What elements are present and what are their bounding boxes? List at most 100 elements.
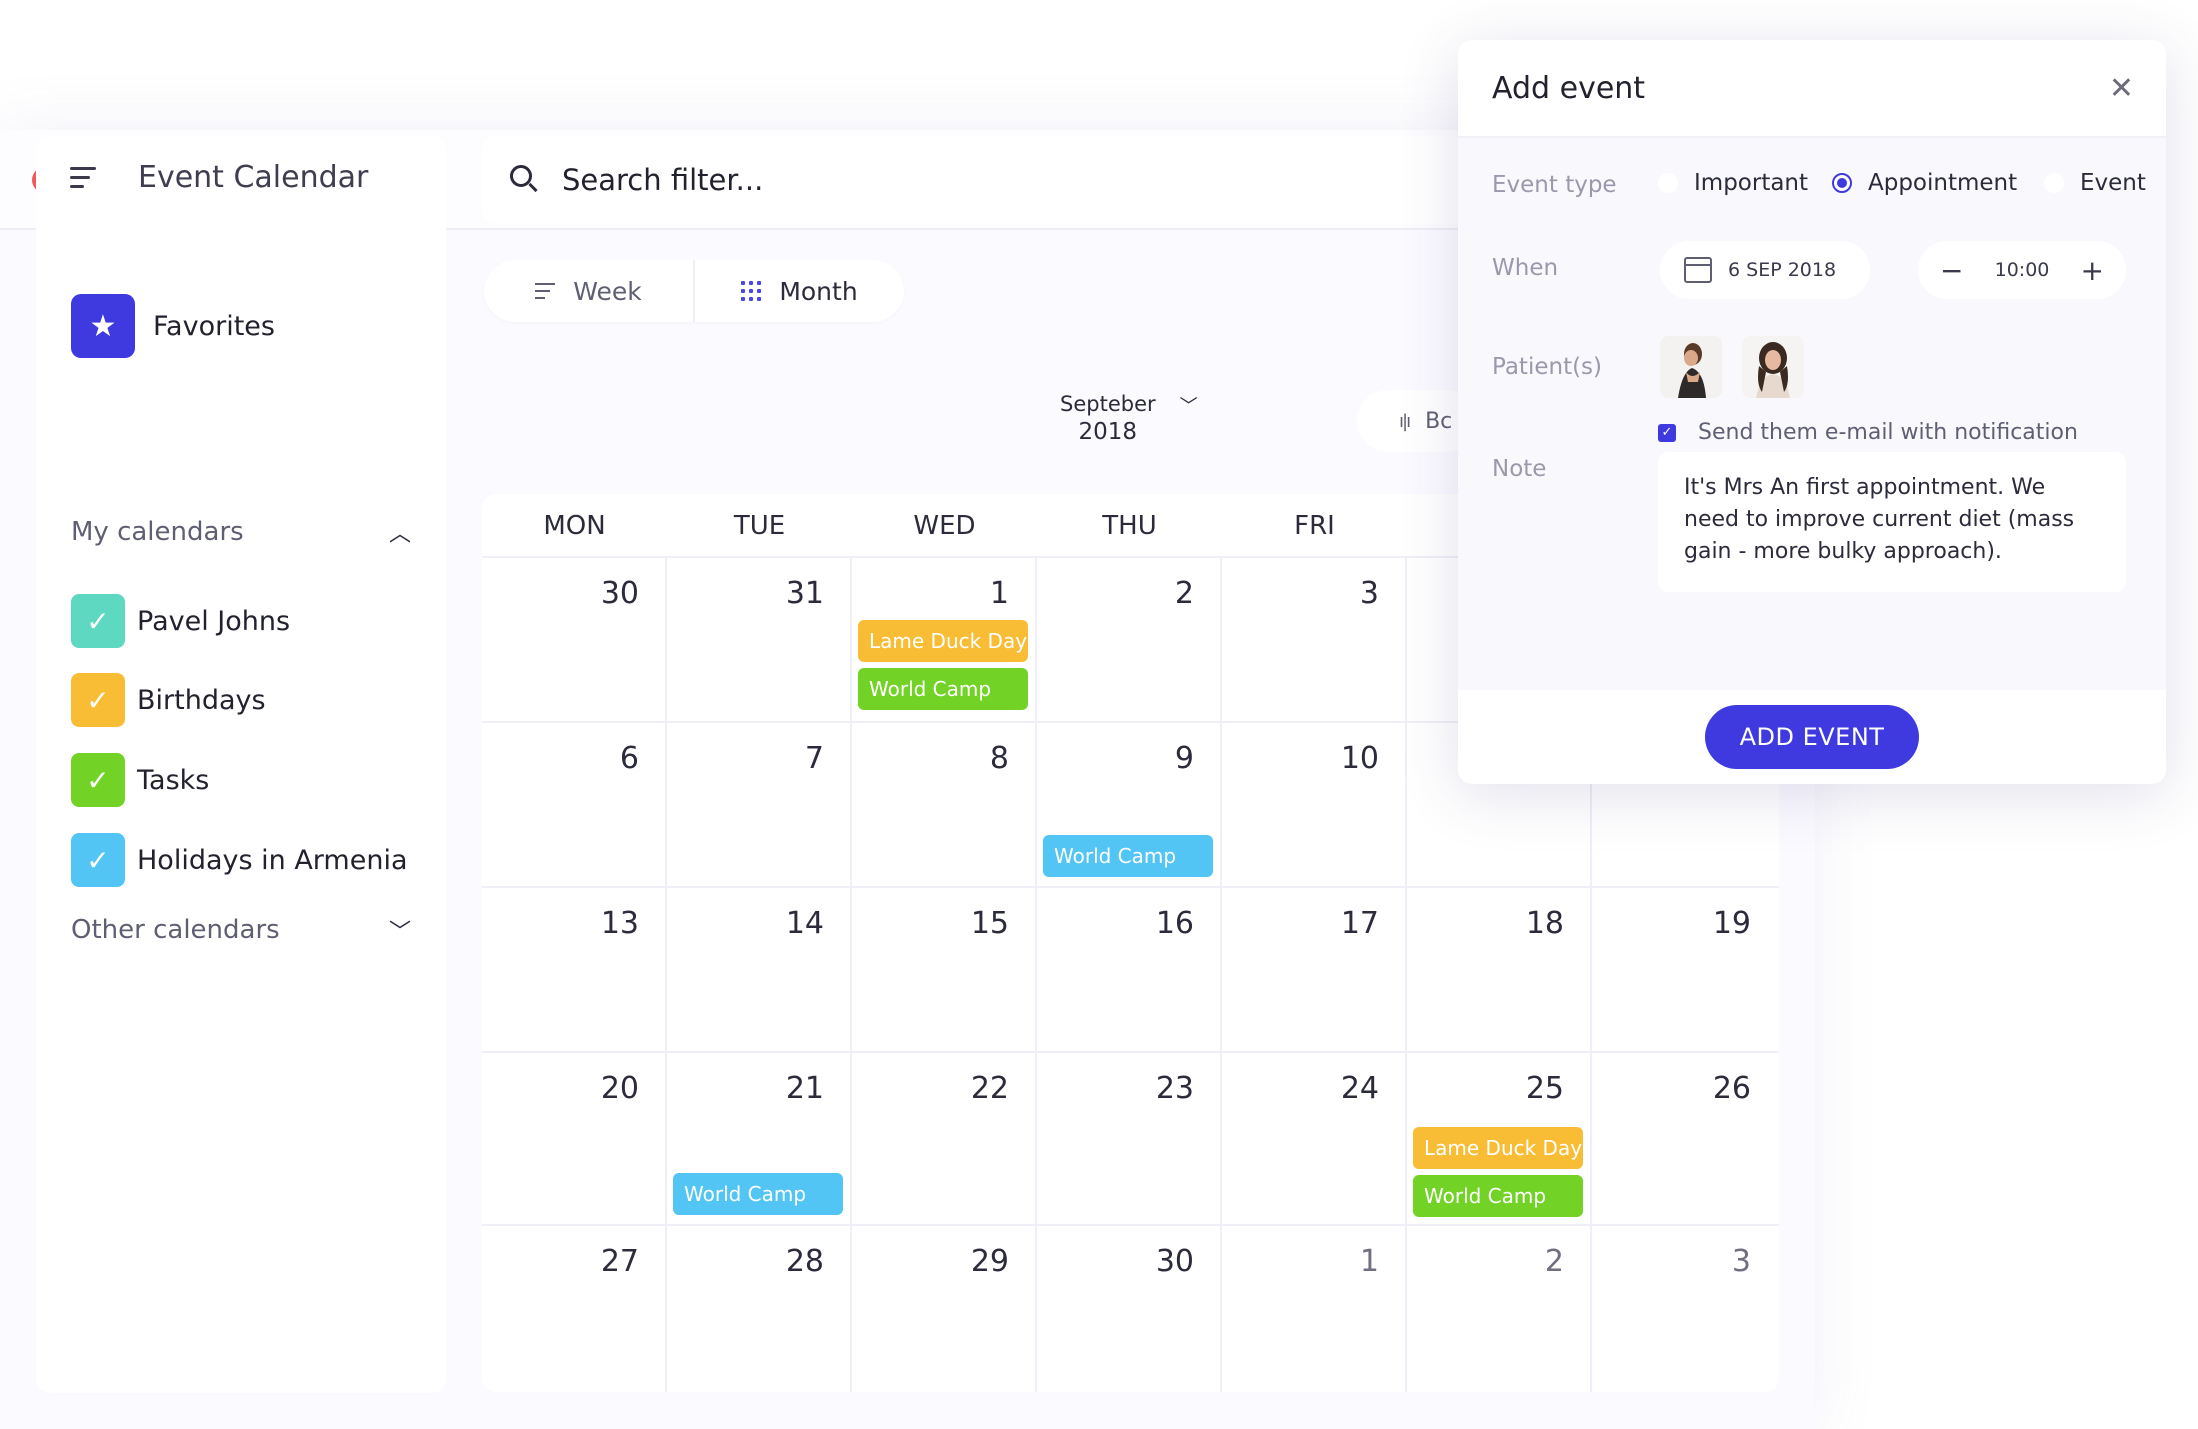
day-number: 13: [600, 906, 639, 941]
sidebar-header: Event Calendar: [70, 160, 368, 195]
day-cell[interactable]: 25 Lame Duck Day World Camp: [1407, 1053, 1592, 1224]
checkbox-checked[interactable]: ✓: [1658, 423, 1676, 442]
close-icon[interactable]: ✕: [2109, 71, 2134, 106]
bars-icon: ı|ı: [1399, 410, 1411, 432]
time-stepper: − 10:00 +: [1918, 241, 2126, 299]
calendar-item-pavel-johns[interactable]: ✓ Pavel Johns: [71, 594, 290, 648]
day-number: 26: [1712, 1071, 1751, 1106]
board-label: Bc: [1425, 408, 1453, 434]
patients-label: Patient(s): [1492, 354, 1603, 380]
day-cell[interactable]: 7: [667, 723, 852, 886]
notify-checkbox-row[interactable]: ✓ Send them e-mail with notification: [1658, 420, 2078, 445]
favorites-item[interactable]: ★ Favorites: [71, 294, 275, 358]
chevron-down-icon: ﹀: [1179, 396, 1198, 417]
day-cell[interactable]: 3: [1222, 558, 1407, 721]
other-calendars-toggle[interactable]: Other calendars ﹀: [71, 914, 411, 946]
calendar-week: 13 14 15 16 17 18 19: [482, 888, 1779, 1053]
weekday-fri: FRI: [1294, 511, 1335, 541]
month-label: Month: [779, 276, 858, 306]
day-number: 3: [1731, 1244, 1751, 1279]
day-cell[interactable]: 6: [482, 723, 667, 886]
avatar[interactable]: [1742, 336, 1804, 398]
search-input[interactable]: [562, 163, 1362, 197]
day-cell[interactable]: 22: [852, 1053, 1037, 1224]
event-chip-lame-duck[interactable]: Lame Duck Day: [858, 620, 1028, 662]
calendar-item-tasks[interactable]: ✓ Tasks: [71, 753, 209, 807]
weekday-mon: MON: [543, 511, 606, 541]
week-view-button[interactable]: Week: [484, 260, 693, 322]
other-calendars-label: Other calendars: [71, 915, 280, 945]
day-cell[interactable]: 1: [1222, 1226, 1407, 1392]
radio-important[interactable]: Important: [1658, 170, 1808, 196]
list-icon: [535, 283, 556, 299]
day-cell[interactable]: 30: [482, 558, 667, 721]
event-chip-world-camp[interactable]: World Camp: [1043, 835, 1213, 877]
month-view-button[interactable]: Month: [693, 260, 904, 322]
calendar-week: 20 21 World Camp 22 23 24 25 Lame Duck D…: [482, 1053, 1779, 1226]
event-chip-lame-duck[interactable]: Lame Duck Day: [1413, 1127, 1583, 1169]
radio-circle-selected[interactable]: [1832, 173, 1852, 193]
day-number: 20: [600, 1071, 639, 1106]
view-toggle: Week Month: [484, 260, 904, 322]
weekday-thu: THU: [1102, 511, 1157, 541]
day-cell[interactable]: 20: [482, 1053, 667, 1224]
plus-icon[interactable]: +: [2081, 254, 2104, 287]
day-cell[interactable]: 30: [1037, 1226, 1222, 1392]
day-cell[interactable]: 13: [482, 888, 667, 1051]
day-number: 28: [785, 1244, 824, 1279]
notify-label: Send them e-mail with notification: [1698, 420, 2078, 445]
day-cell[interactable]: 9 World Camp: [1037, 723, 1222, 886]
day-cell[interactable]: 8: [852, 723, 1037, 886]
day-cell[interactable]: 18: [1407, 888, 1592, 1051]
note-textarea[interactable]: It's Mrs An first appointment. We need t…: [1658, 452, 2126, 592]
event-chip-world-camp[interactable]: World Camp: [858, 668, 1028, 710]
radio-circle[interactable]: [2044, 173, 2064, 193]
day-cell[interactable]: 27: [482, 1226, 667, 1392]
radio-event[interactable]: Event: [2044, 170, 2146, 196]
day-cell[interactable]: 28: [667, 1226, 852, 1392]
check-icon[interactable]: ✓: [71, 833, 125, 887]
event-chip-world-camp[interactable]: World Camp: [1413, 1175, 1583, 1217]
day-cell[interactable]: 3: [1592, 1226, 1777, 1392]
month-selector[interactable]: Septeber 2018 ﹀: [1060, 390, 1198, 446]
add-event-panel: Add event ✕ Event type Important Appoint…: [1458, 40, 2166, 784]
grid-icon: [741, 281, 762, 301]
day-cell[interactable]: 17: [1222, 888, 1407, 1051]
check-icon[interactable]: ✓: [71, 673, 125, 727]
avatar[interactable]: [1660, 336, 1722, 398]
day-cell[interactable]: 29: [852, 1226, 1037, 1392]
day-cell[interactable]: 15: [852, 888, 1037, 1051]
day-cell[interactable]: 24: [1222, 1053, 1407, 1224]
add-event-button[interactable]: ADD EVENT: [1705, 705, 1919, 769]
calendar-item-birthdays[interactable]: ✓ Birthdays: [71, 673, 266, 727]
time-value[interactable]: 10:00: [1995, 259, 2050, 281]
check-icon[interactable]: ✓: [71, 594, 125, 648]
day-cell[interactable]: 21 World Camp: [667, 1053, 852, 1224]
day-cell[interactable]: 26: [1592, 1053, 1777, 1224]
day-cell[interactable]: 10: [1222, 723, 1407, 886]
my-calendars-toggle[interactable]: My calendars ︿: [71, 516, 411, 548]
day-number: 30: [1155, 1244, 1194, 1279]
day-number: 2: [1544, 1244, 1564, 1279]
menu-icon[interactable]: [70, 166, 96, 189]
panel-body: Event type Important Appointment Event W…: [1458, 138, 2166, 690]
day-cell[interactable]: 31: [667, 558, 852, 721]
calendar-item-holidays-armenia[interactable]: ✓ Holidays in Armenia: [71, 833, 408, 887]
day-cell[interactable]: 1 Lame Duck Day World Camp: [852, 558, 1037, 721]
radio-circle[interactable]: [1658, 173, 1678, 193]
day-cell[interactable]: 16: [1037, 888, 1222, 1051]
radio-label: Appointment: [1868, 170, 2018, 196]
check-icon[interactable]: ✓: [71, 753, 125, 807]
date-picker[interactable]: 6 SEP 2018: [1660, 241, 1870, 299]
day-cell[interactable]: 23: [1037, 1053, 1222, 1224]
star-icon: ★: [71, 294, 135, 358]
day-cell[interactable]: 2: [1407, 1226, 1592, 1392]
radio-appointment[interactable]: Appointment: [1832, 170, 2017, 196]
event-chip-world-camp[interactable]: World Camp: [673, 1173, 843, 1215]
day-cell[interactable]: 19: [1592, 888, 1777, 1051]
day-cell[interactable]: 2: [1037, 558, 1222, 721]
day-cell[interactable]: 14: [667, 888, 852, 1051]
minus-icon[interactable]: −: [1940, 254, 1963, 287]
day-number: 18: [1525, 906, 1564, 941]
when-label: When: [1492, 255, 1559, 281]
